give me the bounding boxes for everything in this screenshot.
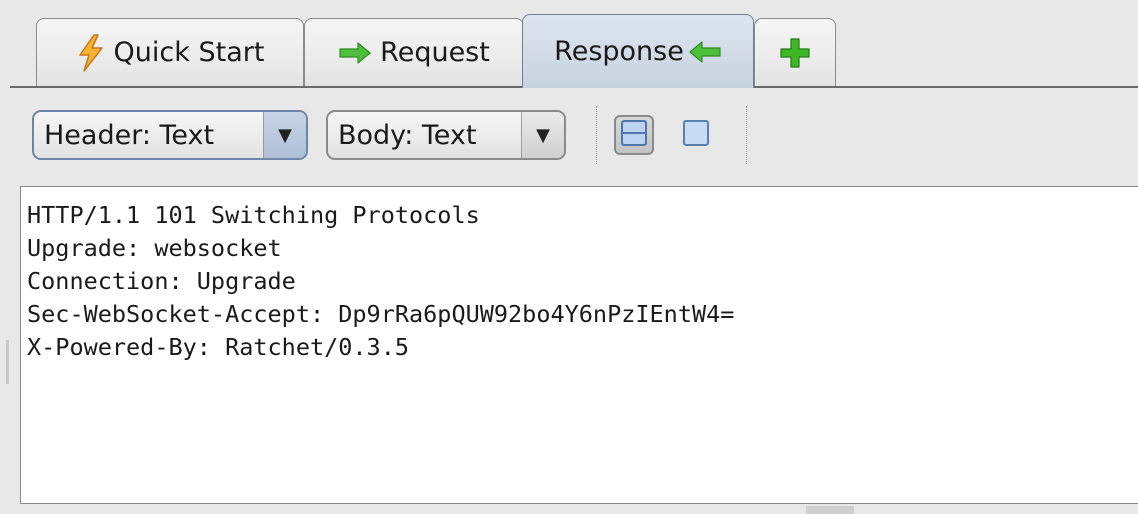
response-viewer-window: Quick Start Request Response Header: Tex… [0, 0, 1138, 514]
split-view-button[interactable] [614, 115, 654, 155]
response-line: Upgrade: websocket [27, 234, 282, 262]
response-line: X-Powered-By: Ratchet/0.3.5 [27, 333, 410, 361]
body-format-select[interactable]: Body: Text ▼ [326, 110, 566, 160]
lightning-bolt-icon [76, 33, 106, 73]
arrow-left-icon [688, 40, 722, 64]
response-line: Connection: Upgrade [27, 267, 296, 295]
toolbar-separator [746, 106, 747, 164]
viewer-toolbar: Header: Text ▼ Body: Text ▼ [0, 88, 1138, 182]
tab-quick-start[interactable]: Quick Start [36, 18, 304, 86]
tab-add-new[interactable] [754, 18, 836, 86]
single-view-button[interactable] [676, 115, 716, 155]
resize-handle[interactable] [806, 506, 854, 514]
split-view-icon [620, 119, 648, 151]
response-line: HTTP/1.1 101 Switching Protocols [27, 201, 480, 229]
chevron-down-icon[interactable]: ▼ [263, 112, 306, 158]
tab-label: Response [554, 36, 684, 67]
plus-icon [778, 36, 812, 70]
response-line: Sec-WebSocket-Accept: Dp9rRa6pQUW92bo4Y6… [27, 300, 735, 328]
tab-label: Quick Start [113, 37, 265, 68]
response-text-area[interactable]: HTTP/1.1 101 Switching Protocols Upgrade… [20, 186, 1138, 504]
body-format-value: Body: Text [338, 119, 477, 151]
single-view-icon [682, 119, 710, 151]
tab-bar: Quick Start Request Response [0, 0, 1138, 88]
tab-response[interactable]: Response [522, 14, 754, 88]
arrow-right-icon [338, 41, 372, 65]
header-format-select[interactable]: Header: Text ▼ [32, 110, 308, 160]
resize-handle[interactable] [6, 340, 9, 384]
chevron-down-icon[interactable]: ▼ [521, 112, 564, 158]
tab-request[interactable]: Request [304, 18, 524, 86]
tab-label: Request [380, 37, 490, 68]
header-format-value: Header: Text [44, 119, 215, 151]
toolbar-separator [596, 106, 597, 164]
